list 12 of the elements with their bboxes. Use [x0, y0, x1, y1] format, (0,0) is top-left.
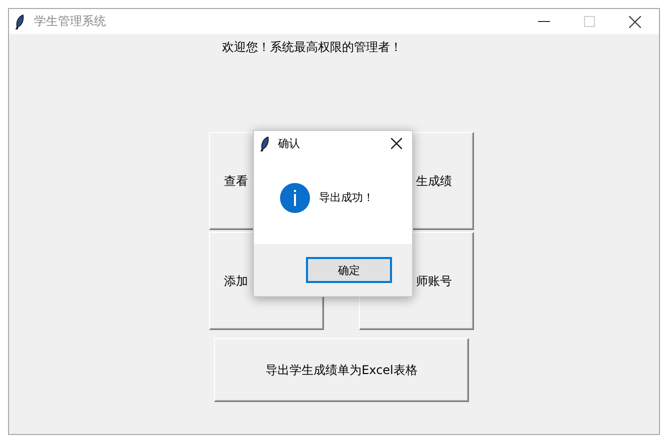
- maximize-icon: [584, 16, 595, 27]
- feather-icon: [15, 14, 25, 30]
- close-icon[interactable]: [391, 138, 402, 149]
- export-button[interactable]: 导出学生成绩单为Excel表格: [214, 338, 469, 402]
- window-title: 学生管理系统: [34, 13, 106, 30]
- minimize-icon[interactable]: [538, 20, 550, 22]
- ok-button[interactable]: 确定: [306, 257, 392, 283]
- welcome-text: 欢迎您！系统最高权限的管理者！: [222, 39, 403, 56]
- close-icon[interactable]: [629, 16, 641, 28]
- info-icon: [280, 182, 310, 212]
- feather-icon: [260, 136, 270, 152]
- dialog-title: 确认: [278, 136, 300, 151]
